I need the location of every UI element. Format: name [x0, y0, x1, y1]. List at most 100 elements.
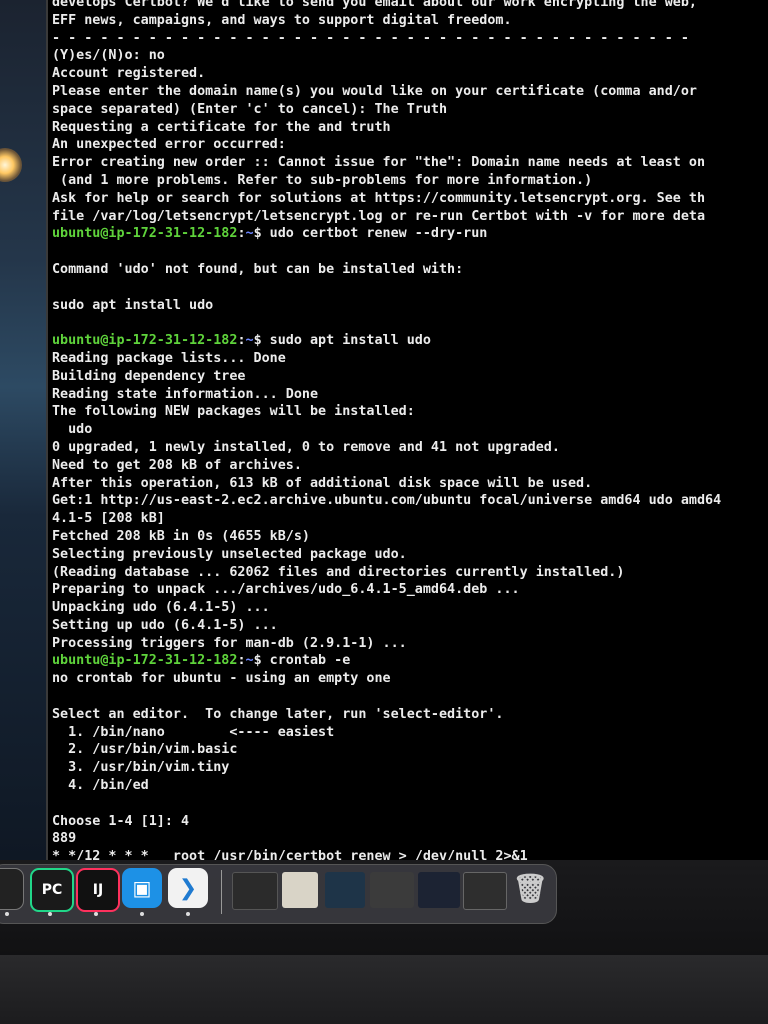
terminal-line: (and 1 more problems. Refer to sub-probl…	[52, 172, 768, 190]
prompt-command: $ crontab -e	[253, 653, 351, 669]
terminal-line-text: An unexpected error occurred:	[52, 137, 286, 153]
terminal-line-text: no crontab for ubuntu - using an empty o…	[52, 671, 391, 687]
terminal-line-text: Setting up udo (6.4.1-5) ...	[52, 617, 278, 633]
background-desk	[0, 0, 48, 860]
terminal-line-text: (and 1 more problems. Refer to sub-probl…	[52, 172, 593, 188]
terminal-prompt-line: ubuntu@ip-172-31-12-182:~$ udo certbot r…	[52, 225, 768, 243]
terminal-line-text: Processing triggers for man-db (2.9.1-1)…	[52, 635, 407, 651]
terminal-line: The following NEW packages will be insta…	[52, 403, 768, 421]
terminal-line: Reading package lists... Done	[52, 350, 768, 368]
terminal-line: Setting up udo (6.4.1-5) ...	[52, 617, 768, 635]
terminal-line: Error creating new order :: Cannot issue…	[52, 154, 768, 172]
pycharm-label: PC	[41, 882, 63, 898]
terminal-prompt-line: ubuntu@ip-172-31-12-182:~$ sudo apt inst…	[52, 332, 768, 350]
terminal-line-text: udo	[52, 422, 93, 438]
prompt-path: ~	[245, 653, 254, 669]
prompt-separator: :	[237, 226, 246, 242]
running-indicator	[48, 912, 52, 916]
terminal-prompt-line: ubuntu@ip-172-31-12-182:~$ crontab -e	[52, 652, 768, 670]
intellij-icon[interactable]: IJ	[76, 868, 120, 912]
prompt-user-host: ubuntu@ip-172-31-12-182	[52, 226, 238, 242]
terminal-line-text: develops Certbot? We'd like to send you …	[52, 0, 697, 10]
photo-scene: develops Certbot? We'd like to send you …	[0, 0, 768, 1024]
window-thumbnail-vscode[interactable]	[418, 872, 460, 908]
terminal-line-text: 0 upgraded, 1 newly installed, 0 to remo…	[52, 439, 560, 455]
terminal-line: Command 'udo' not found, but can be inst…	[52, 261, 768, 279]
terminal-line: space separated) (Enter 'c' to cancel): …	[52, 101, 768, 119]
terminal-line-text: 4. /bin/ed	[52, 778, 149, 794]
pycharm-icon[interactable]: PC	[30, 868, 74, 912]
terminal-line-text: (Reading database ... 62062 files and di…	[52, 564, 625, 580]
dock-divider	[221, 870, 222, 914]
docker-icon[interactable]: ▣	[122, 868, 162, 908]
running-indicator	[94, 912, 98, 916]
terminal-window[interactable]: develops Certbot? We'd like to send you …	[46, 0, 768, 882]
terminal-line: An unexpected error occurred:	[52, 136, 768, 154]
terminal-line: Need to get 208 kB of archives.	[52, 457, 768, 475]
prompt-separator: :	[237, 653, 246, 669]
terminal-line: 2. /usr/bin/vim.basic	[52, 741, 768, 759]
prompt-user-host: ubuntu@ip-172-31-12-182	[52, 333, 238, 349]
terminal-line-text: Selecting previously unselected package …	[52, 546, 407, 562]
terminal-line-text: 4.1-5 [208 kB]	[52, 511, 165, 527]
terminal-line-text: Building dependency tree	[52, 368, 246, 384]
terminal-line-text: 3. /usr/bin/vim.tiny	[52, 760, 230, 776]
terminal-line-text: Please enter the domain name(s) you woul…	[52, 83, 697, 99]
window-thumbnail-intellij[interactable]	[370, 872, 414, 908]
terminal-line: EFF news, campaigns, and ways to support…	[52, 12, 768, 30]
terminal-line: udo	[52, 421, 768, 439]
running-indicator	[186, 912, 190, 916]
terminal-line: (Y)es/(N)o: no	[52, 47, 768, 65]
window-thumbnail-docker[interactable]	[325, 872, 365, 908]
terminal-line-text: Requesting a certificate for the and tru…	[52, 119, 391, 135]
window-thumbnail-pycharm[interactable]	[463, 872, 507, 910]
terminal-line-text: Get:1 http://us-east-2.ec2.archive.ubunt…	[52, 493, 722, 509]
terminal-line: 3. /usr/bin/vim.tiny	[52, 759, 768, 777]
terminal-line-text: The following NEW packages will be insta…	[52, 404, 415, 420]
prompt-path: ~	[245, 333, 254, 349]
terminal-line-text: sudo apt install udo	[52, 297, 214, 313]
terminal-line: Building dependency tree	[52, 368, 768, 386]
terminal-line-text: Ask for help or search for solutions at …	[52, 190, 706, 206]
terminal-line: Account registered.	[52, 65, 768, 83]
terminal-output[interactable]: develops Certbot? We'd like to send you …	[52, 0, 768, 884]
terminal-line-text: Fetched 208 kB in 0s (4655 kB/s)	[52, 528, 310, 544]
intellij-label: IJ	[92, 882, 104, 898]
terminal-line-text: EFF news, campaigns, and ways to support…	[52, 12, 512, 28]
terminal-line: - - - - - - - - - - - - - - - - - - - - …	[52, 30, 768, 48]
terminal-line-text: After this operation, 613 kB of addition…	[52, 475, 593, 491]
terminal-line: file /var/log/letsencrypt/letsencrypt.lo…	[52, 208, 768, 226]
trash-icon[interactable]: 🗑	[510, 868, 550, 908]
terminal-line-text: Select an editor. To change later, run '…	[52, 706, 504, 722]
terminal-line: 4.1-5 [208 kB]	[52, 510, 768, 528]
terminal-line: Preparing to unpack .../archives/udo_6.4…	[52, 581, 768, 599]
terminal-line-text: Need to get 208 kB of archives.	[52, 457, 302, 473]
terminal-line-text: - - - - - - - - - - - - - - - - - - - - …	[52, 30, 689, 46]
prompt-separator: :	[237, 333, 246, 349]
terminal-line-text: 2. /usr/bin/vim.basic	[52, 742, 238, 758]
terminal-line: Unpacking udo (6.4.1-5) ...	[52, 599, 768, 617]
prompt-command: $ udo certbot renew --dry-run	[253, 226, 488, 242]
terminal-line-text: Account registered.	[52, 66, 206, 82]
terminal-line: no crontab for ubuntu - using an empty o…	[52, 670, 768, 688]
finder-icon[interactable]	[0, 868, 24, 910]
prompt-user-host: ubuntu@ip-172-31-12-182	[52, 653, 238, 669]
terminal-line-text: file /var/log/letsencrypt/letsencrypt.lo…	[52, 208, 706, 224]
terminal-line: (Reading database ... 62062 files and di…	[52, 564, 768, 582]
terminal-line: Please enter the domain name(s) you woul…	[52, 83, 768, 101]
terminal-line-text: Reading package lists... Done	[52, 350, 286, 366]
vscode-icon[interactable]: ❯	[168, 868, 208, 908]
window-thumbnail-music[interactable]	[232, 872, 278, 910]
terminal-line-text: 889	[52, 831, 77, 847]
terminal-line: 1. /bin/nano <---- easiest	[52, 724, 768, 742]
terminal-line-text: Error creating new order :: Cannot issue…	[52, 155, 706, 171]
terminal-line: Requesting a certificate for the and tru…	[52, 119, 768, 137]
terminal-line: Reading state information... Done	[52, 386, 768, 404]
window-thumbnail-document[interactable]	[282, 872, 318, 908]
terminal-line: develops Certbot? We'd like to send you …	[52, 0, 768, 12]
terminal-line-text: space separated) (Enter 'c' to cancel): …	[52, 101, 448, 117]
